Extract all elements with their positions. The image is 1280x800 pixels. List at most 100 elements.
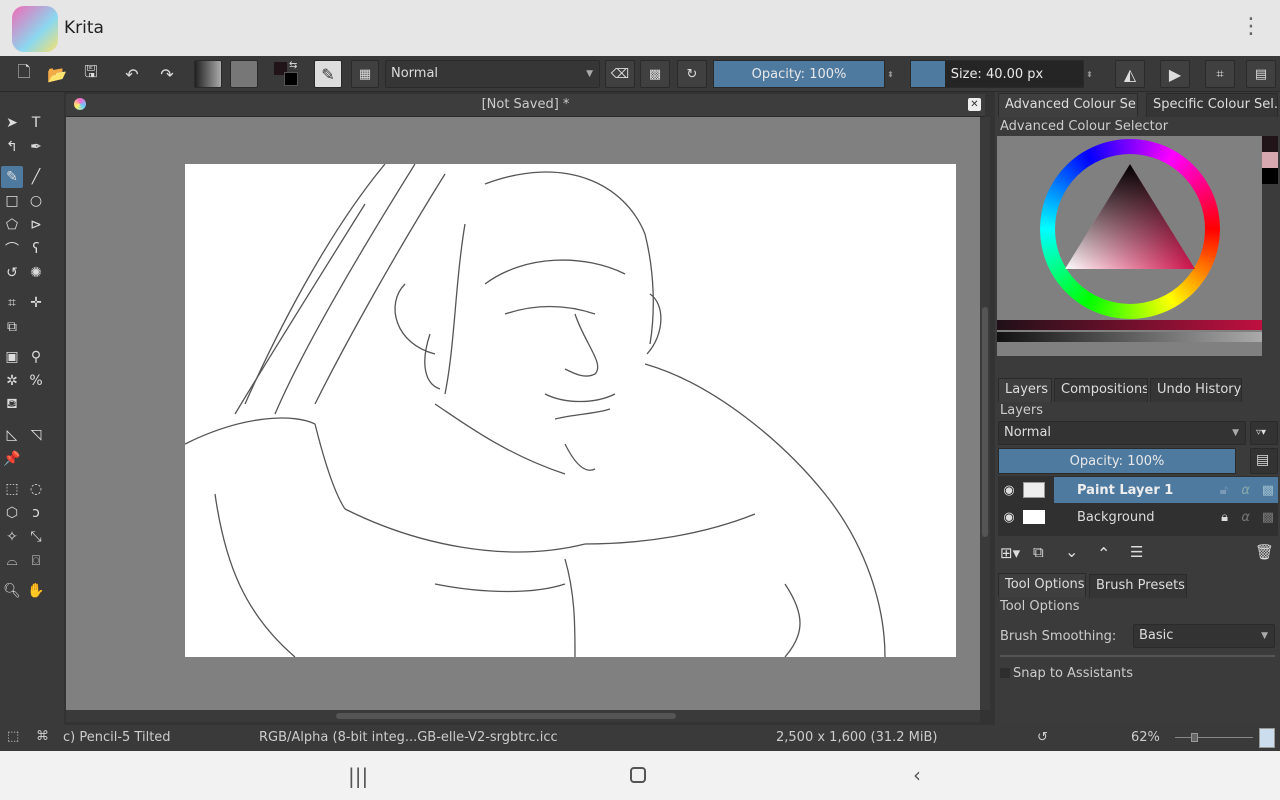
pan-tool-icon[interactable]: ✋ [25,580,47,602]
transform-tool-icon[interactable]: ⧉ [1,316,23,338]
blend-mode-dropdown[interactable]: Normal ▼ [385,60,600,88]
freehand-select-icon[interactable]: ↄ [25,502,47,524]
tab-layers[interactable]: Layers [998,378,1052,402]
overview-thumbnail[interactable] [1259,728,1275,748]
size-spin[interactable]: ⬍ [1085,60,1094,88]
polygon-tool-icon[interactable]: ⬠ [1,214,23,236]
reference-tool-icon[interactable]: 📌 [1,448,23,470]
similar-select-icon[interactable]: ⤡ [25,526,47,548]
colour-swatch[interactable] [1262,136,1278,152]
bezier-tool-icon[interactable]: ⌒ [1,238,23,260]
brush-mode-icon[interactable]: ⌘ [36,729,49,744]
document-tab[interactable]: [Not Saved] * ✕ [66,94,985,117]
multibrush-tool-icon[interactable]: ✺ [25,262,47,284]
redo-icon[interactable]: ↷ [155,60,179,88]
magic-wand-icon[interactable]: ✧ [1,526,23,548]
vertical-scrollbar[interactable] [980,117,990,710]
brush-preset-icon[interactable]: ✎ [314,60,342,88]
delete-layer-icon[interactable]: 🗑︎ [1255,543,1274,561]
inherit-alpha-icon[interactable]: ▩ [1262,483,1274,498]
edit-shapes-tool-icon[interactable]: ↰ [1,136,23,158]
tab-undo-history[interactable]: Undo History [1150,378,1242,402]
layer-name[interactable]: Background [1077,510,1155,525]
save-icon[interactable]: 🖫 [79,60,103,88]
recent-apps-icon[interactable]: ||| [348,764,368,788]
workspace-icon[interactable]: ▦ [351,60,379,88]
gradient-tool-icon[interactable]: ▣ [1,346,23,368]
gradient-selector[interactable] [194,60,222,88]
colour-selector[interactable] [997,136,1262,356]
hue-ring[interactable] [1040,139,1220,319]
perspective-tool-icon[interactable]: ◹ [25,424,47,446]
close-document-icon[interactable]: ✕ [968,98,981,111]
value-bar[interactable] [997,332,1262,342]
line-tool-icon[interactable]: ╱ [25,166,47,188]
new-document-icon[interactable]: 🗋 [12,60,36,88]
layer-filter-icon[interactable]: ▿▾ [1250,421,1278,445]
ellipse-tool-icon[interactable]: ○ [25,190,47,212]
measure-tool-icon[interactable]: ◺ [1,424,23,446]
polyline-tool-icon[interactable]: ⊳ [25,214,47,236]
snap-checkbox[interactable] [1000,668,1010,678]
wrap-around-icon[interactable]: ⌗ [1205,60,1235,88]
visibility-eye-icon[interactable]: ◉ [998,483,1020,498]
smart-patch-icon[interactable]: ✲ [1,370,23,392]
bezier-select-icon[interactable]: ⌓ [1,550,23,572]
pattern-selector[interactable] [230,60,258,88]
colour-picker-icon[interactable]: ⚲ [25,346,47,368]
layer-properties-icon[interactable]: ▤ [1250,448,1278,474]
settings-menu-icon[interactable]: ▤ [1246,60,1276,88]
alpha-icon[interactable]: α [1241,510,1250,525]
lock-icon[interactable]: 🔓︎ [1220,483,1228,498]
opacity-spin[interactable]: ⬍ [886,60,895,88]
size-slider[interactable]: Size: 40.00 px [910,60,1084,88]
lock-icon[interactable]: 🔒︎ [1221,510,1228,525]
layer-properties-sliders-icon[interactable]: ☰ [1130,543,1143,561]
move-layer-up-icon[interactable]: ⌃ [1097,544,1110,563]
layer-row[interactable]: ◉ Background 🔒︎ α ▩ [998,504,1278,530]
fill-tool-icon[interactable]: ⛾ [1,394,23,416]
horizontal-scrollbar[interactable] [66,710,980,722]
reload-preset-icon[interactable]: ↻ [677,60,707,88]
layer-name[interactable]: Paint Layer 1 [1077,483,1173,498]
rect-select-icon[interactable]: ⬚ [1,478,23,500]
inherit-alpha-icon[interactable]: ▩ [1262,510,1274,525]
polygon-select-icon[interactable]: ⬡ [1,502,23,524]
zoom-tool-icon[interactable]: 🔍︎ [1,580,23,602]
ellipse-select-icon[interactable]: ◌ [25,478,47,500]
move-layer-down-icon[interactable]: ⌄ [1065,542,1078,561]
eraser-icon[interactable]: ⌫ [605,60,635,88]
colour-swatch[interactable] [1262,152,1278,168]
tab-specific-colour-selector[interactable]: Specific Colour Sel... [1146,93,1278,117]
freehand-brush-tool-icon[interactable]: ✎ [1,166,23,188]
magnetic-select-icon[interactable]: ⌼ [25,550,47,572]
layer-row[interactable]: ◉ Paint Layer 1 🔓︎ α ▩ [998,477,1278,503]
freehand-path-tool-icon[interactable]: ʕ [25,238,47,260]
image-dimensions[interactable]: 2,500 x 1,600 (31.2 MiB) [776,730,938,745]
layer-blend-mode-dropdown[interactable]: Normal ▼ [998,421,1246,445]
tab-advanced-colour-selector[interactable]: Advanced Colour Sel... [998,93,1138,117]
alpha-lock-icon[interactable]: ▩ [640,60,670,88]
mirror-vertical-icon[interactable]: ▶ [1160,60,1190,88]
add-layer-icon[interactable]: ⊞▾ [1000,544,1020,562]
dynamic-brush-tool-icon[interactable]: ↺ [1,262,23,284]
colour-bar[interactable] [997,320,1262,330]
select-shape-tool-icon[interactable]: ➤ [1,112,23,134]
open-folder-icon[interactable]: 📂 [45,60,69,88]
duplicate-layer-icon[interactable]: ⧉ [1033,543,1044,561]
crop-tool-icon[interactable]: ⌗ [1,292,23,314]
calligraphy-tool-icon[interactable]: ✒ [25,136,47,158]
fg-bg-colour-icon[interactable]: ⇆ [272,60,300,88]
text-tool-icon[interactable]: T [25,112,47,134]
alpha-icon[interactable]: α [1241,483,1250,498]
mirror-horizontal-icon[interactable]: ◭ [1115,60,1145,88]
canvas-area[interactable] [66,117,980,710]
home-icon[interactable] [630,767,646,783]
drawing-canvas[interactable] [185,164,956,657]
selection-icon[interactable]: ⬚ [7,729,19,744]
assistant-tool-icon[interactable]: % [25,370,47,392]
tab-tool-options[interactable]: Tool Options [998,573,1086,597]
rotation-reset-icon[interactable]: ↺ [1037,730,1048,745]
back-icon[interactable]: ‹ [913,763,921,787]
move-tool-icon[interactable]: ✛ [25,292,47,314]
